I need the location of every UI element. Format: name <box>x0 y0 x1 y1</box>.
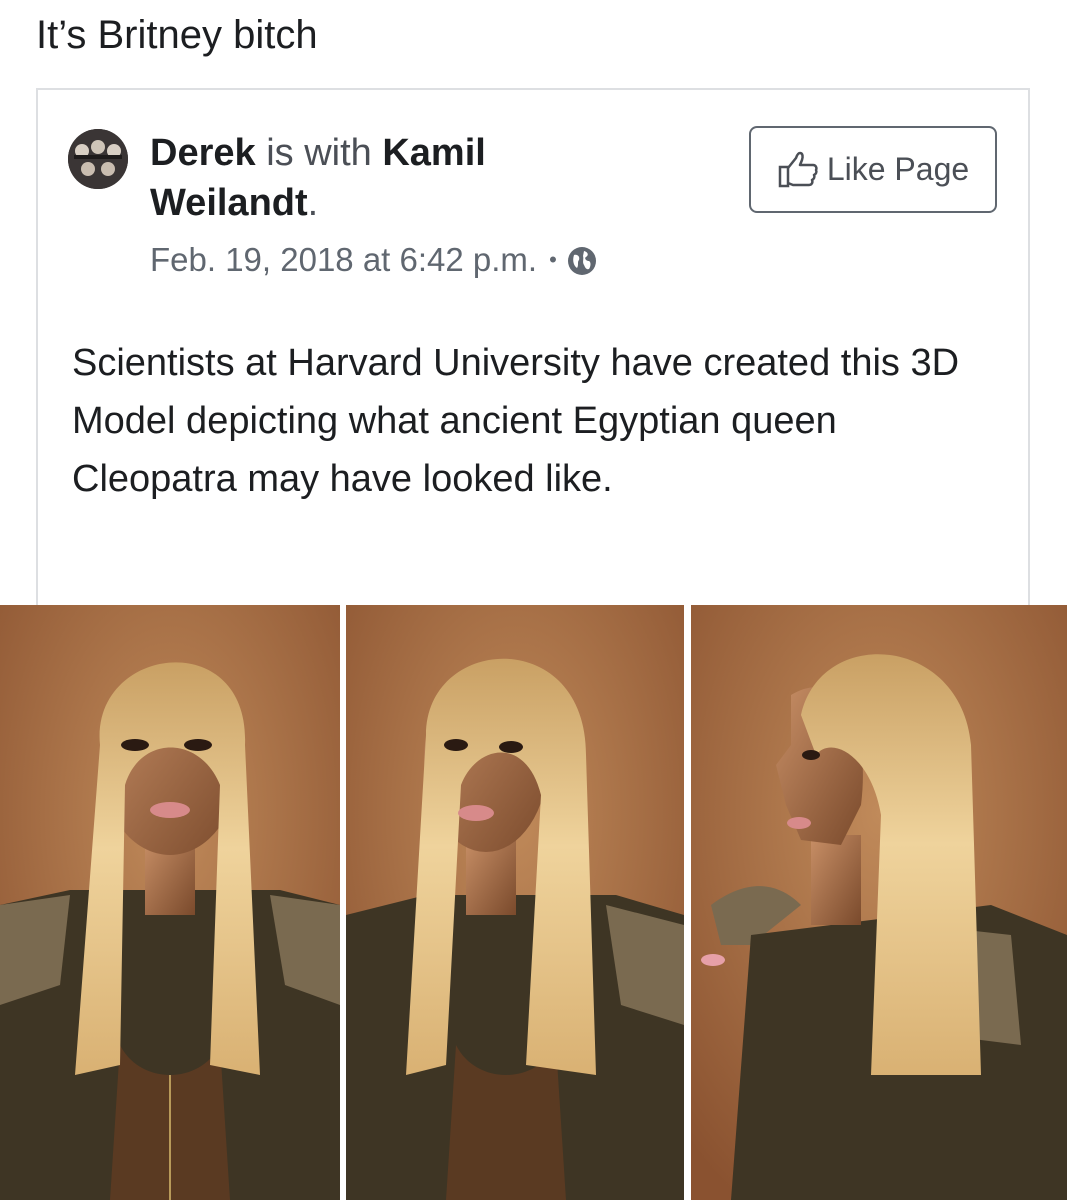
photo-three-quarter-view[interactable] <box>346 605 684 1200</box>
header-period: . <box>307 182 319 224</box>
like-page-button[interactable]: Like Page <box>749 126 997 213</box>
post-meta: Feb. 19, 2018 at 6:42 p.m. • <box>150 240 597 280</box>
facebook-post-card: Derek is with Kamil Weilandt. Feb. 19, 2… <box>36 88 1030 610</box>
avatar[interactable] <box>68 129 128 189</box>
photo-side-profile-view[interactable] <box>691 605 1067 1200</box>
globe-icon[interactable] <box>567 245 597 275</box>
thumbs-up-icon <box>778 151 818 187</box>
meme-caption: It’s Britney bitch <box>36 13 318 57</box>
meta-separator: • <box>549 247 557 272</box>
author-name[interactable]: Derek <box>150 132 256 174</box>
photo-strip <box>0 605 1067 1200</box>
like-page-label: Like Page <box>826 151 970 187</box>
post-header: Derek is with Kamil Weilandt. <box>150 128 620 228</box>
timestamp[interactable]: Feb. 19, 2018 at 6:42 p.m. <box>150 240 537 280</box>
photo-front-view[interactable] <box>0 605 340 1200</box>
with-connector: is with <box>255 132 383 174</box>
post-text: Scientists at Harvard University have cr… <box>72 342 960 500</box>
